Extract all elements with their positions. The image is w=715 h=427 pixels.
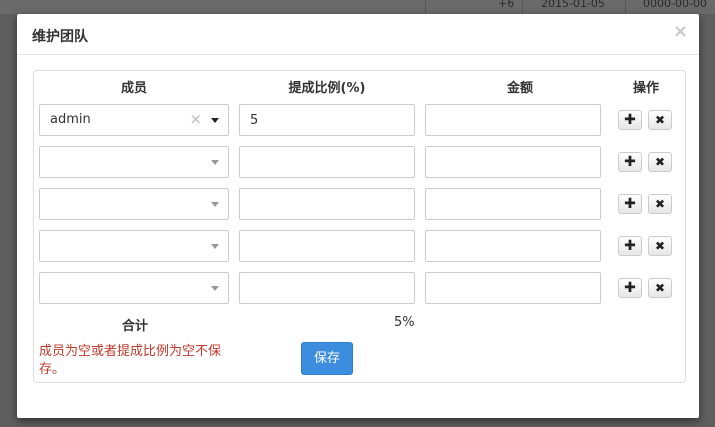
background-cell: 2015-01-05 xyxy=(541,0,605,10)
member-select[interactable] xyxy=(39,188,229,220)
chevron-down-icon[interactable] xyxy=(211,202,219,207)
delete-row-button[interactable]: ✖ xyxy=(648,194,672,214)
save-button[interactable]: 保存 xyxy=(301,342,353,375)
amount-input[interactable] xyxy=(425,272,601,304)
ratio-input[interactable] xyxy=(239,230,415,262)
delete-row-button[interactable]: ✖ xyxy=(648,152,672,172)
amount-input[interactable] xyxy=(425,188,601,220)
member-select[interactable]: admin × xyxy=(39,104,229,136)
amount-input[interactable] xyxy=(425,230,601,262)
ratio-input[interactable] xyxy=(239,188,415,220)
delete-row-button[interactable]: ✖ xyxy=(648,236,672,256)
table-row: ✚ ✖ xyxy=(34,230,687,262)
amount-input[interactable] xyxy=(425,104,601,136)
table-row: admin × ✚ ✖ xyxy=(34,104,687,136)
ratio-input[interactable] xyxy=(239,146,415,178)
background-column-divider xyxy=(425,0,426,14)
header-amount: 金额 xyxy=(506,81,533,96)
background-cell: 0000-00-00 xyxy=(643,0,707,10)
table-row: ✚ ✖ xyxy=(34,188,687,220)
modal-header: 维护团队 × xyxy=(17,14,699,55)
close-icon[interactable]: × xyxy=(673,22,688,42)
add-row-button[interactable]: ✚ xyxy=(618,278,642,298)
add-row-button[interactable]: ✚ xyxy=(618,194,642,214)
ratio-input[interactable] xyxy=(239,104,415,136)
member-select-value: admin xyxy=(50,112,91,127)
table-row: ✚ ✖ xyxy=(34,272,687,304)
table-row: ✚ ✖ xyxy=(34,146,687,178)
total-label: 合计 xyxy=(122,319,149,334)
ratio-input[interactable] xyxy=(239,272,415,304)
chevron-down-icon[interactable] xyxy=(211,118,219,123)
validation-message: 成员为空或者提成比例为空不保存。 xyxy=(39,344,222,377)
chevron-down-icon[interactable] xyxy=(211,244,219,249)
team-modal: 维护团队 × 成员 提成比例(%) 金额 操作 admin × ✚ ✖ xyxy=(17,14,699,418)
amount-input[interactable] xyxy=(425,146,601,178)
member-select[interactable] xyxy=(39,272,229,304)
background-cell: +6 xyxy=(498,0,515,10)
modal-title: 维护团队 xyxy=(32,29,88,45)
header-member: 成员 xyxy=(120,81,147,96)
total-ratio: 5% xyxy=(394,315,415,330)
add-row-button[interactable]: ✚ xyxy=(618,110,642,130)
chevron-down-icon[interactable] xyxy=(211,160,219,165)
add-row-button[interactable]: ✚ xyxy=(618,236,642,256)
header-ratio: 提成比例(%) xyxy=(288,81,366,96)
member-select[interactable] xyxy=(39,230,229,262)
background-column-divider xyxy=(625,0,626,14)
member-select[interactable] xyxy=(39,146,229,178)
chevron-down-icon[interactable] xyxy=(211,286,219,291)
background-table-strip: +6 2015-01-05 0000-00-00 xyxy=(0,0,715,14)
header-ops: 操作 xyxy=(632,81,659,96)
add-row-button[interactable]: ✚ xyxy=(618,152,642,172)
background-column-divider xyxy=(522,0,523,14)
delete-row-button[interactable]: ✖ xyxy=(648,278,672,298)
clear-icon[interactable]: × xyxy=(189,110,202,128)
team-table: 成员 提成比例(%) 金额 操作 admin × ✚ ✖ ✚ ✖ xyxy=(33,70,686,383)
delete-row-button[interactable]: ✖ xyxy=(648,110,672,130)
